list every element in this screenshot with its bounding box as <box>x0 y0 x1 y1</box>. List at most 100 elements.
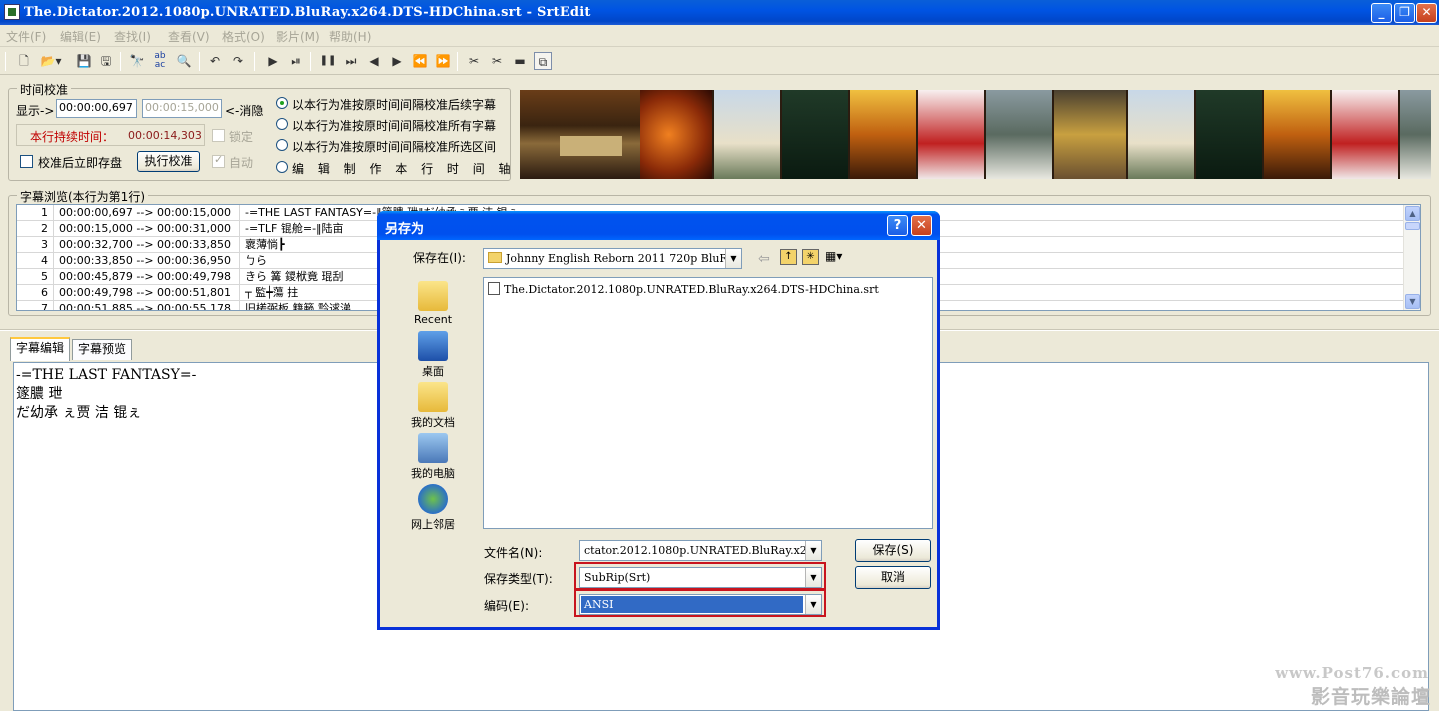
dialog-close-button[interactable]: ✕ <box>911 215 932 236</box>
filename-label: 文件名(N): <box>484 546 543 560</box>
file-icon <box>488 282 500 295</box>
dialog-title: 另存为 <box>385 222 425 237</box>
target-time-input[interactable]: 00:00:15,000 <box>142 99 222 118</box>
display-time-input[interactable]: 00:00:00,697 <box>56 99 137 118</box>
back-arrow-icon[interactable]: ⇦ <box>758 251 770 267</box>
execute-calibration-button[interactable]: 执行校准 <box>137 151 200 172</box>
save-all-icon[interactable]: 🖫 <box>97 52 115 70</box>
menu-format[interactable]: 格式(O) <box>222 28 265 45</box>
replace-icon[interactable]: ab ac <box>151 52 169 70</box>
list-scrollbar[interactable]: ▲ ▼ <box>1403 205 1420 310</box>
save-button[interactable]: 保存(S) <box>855 539 931 562</box>
new-folder-icon[interactable]: ✳ <box>802 249 819 265</box>
back-icon[interactable]: ◀ <box>365 52 383 70</box>
display-label: 显示-> <box>16 104 55 118</box>
title-bar: The.Dictator.2012.1080p.UNRATED.BluRay.x… <box>0 0 1439 25</box>
filename-input[interactable]: ctator.2012.1080p.UNRATED.BluRay.x264 ▼ <box>579 540 822 561</box>
list-item[interactable]: The.Dictator.2012.1080p.UNRATED.BluRay.x… <box>488 282 879 296</box>
option-radio-3[interactable] <box>276 139 288 151</box>
save-as-dialog: 另存为 ? ✕ 保存在(I): Johnny English Reborn 20… <box>377 211 940 630</box>
cancel-label: <-消隐 <box>225 104 264 118</box>
poster-private-ryan <box>986 90 1052 179</box>
place-desktop[interactable]: 桌面 <box>400 331 466 379</box>
menu-view[interactable]: 查看(V) <box>168 28 210 45</box>
option-label-1: 以本行为准按原时间间隔校准后续字幕 <box>292 98 497 112</box>
chevron-down-icon[interactable]: ▼ <box>805 541 821 560</box>
zoom-icon[interactable]: 🔍 <box>175 52 193 70</box>
app-icon[interactable] <box>4 4 20 20</box>
option-radio-2[interactable] <box>276 118 288 130</box>
find-icon[interactable]: 🔭 <box>128 52 146 70</box>
redo-icon[interactable]: ↷ <box>229 52 247 70</box>
save-in-combo[interactable]: Johnny English Reborn 2011 720p BluR ▼ <box>483 248 742 269</box>
menu-help[interactable]: 帮助(H) <box>329 28 371 45</box>
new-file-icon[interactable]: 🗋 <box>15 52 33 70</box>
poster-flower-2 <box>1332 90 1398 179</box>
lock-checkbox[interactable] <box>212 129 225 142</box>
watermark-text: 影音玩樂論壇 <box>1310 686 1431 708</box>
scroll-down-arrow[interactable]: ▼ <box>1405 294 1420 309</box>
file-list[interactable]: The.Dictator.2012.1080p.UNRATED.BluRay.x… <box>483 277 933 529</box>
save-icon[interactable]: 💾 <box>75 52 93 70</box>
place-my-computer[interactable]: 我的电脑 <box>400 433 466 481</box>
duration-value: 00:00:14,303 <box>128 129 202 142</box>
menu-find[interactable]: 查找(I) <box>114 28 151 45</box>
forward-icon[interactable]: ▶ <box>388 52 406 70</box>
place-network[interactable]: 网上邻居 <box>400 484 466 532</box>
menu-edit[interactable]: 编辑(E) <box>60 28 101 45</box>
recent-icon <box>418 281 448 311</box>
tab-subtitle-preview[interactable]: 字幕预览 <box>72 339 133 360</box>
dialog-title-bar: 另存为 ? ✕ <box>377 211 940 240</box>
my-computer-icon <box>418 433 448 463</box>
toolbar: 🗋 📂▾ 💾 🖫 🔭 ab ac 🔍 ↶ ↷ ▶ ⏯ ❚❚ ⏭ ◀ ▶ ⏪ ⏩ ✂… <box>0 48 1439 75</box>
network-icon <box>418 484 448 514</box>
view-menu-icon[interactable]: ▦▾ <box>825 249 849 265</box>
auto-label: 自动 <box>229 156 254 170</box>
pause-icon[interactable]: ❚❚ <box>319 52 337 70</box>
calibration-group-title: 时间校准 <box>17 81 72 98</box>
menu-bar: 文件(F) 编辑(E) 查找(I) 查看(V) 格式(O) 影片(M) 帮助(H… <box>0 25 1439 47</box>
up-folder-icon[interactable]: ↑ <box>780 249 797 265</box>
scroll-thumb[interactable] <box>1405 222 1420 230</box>
save-after-checkbox[interactable] <box>20 155 33 168</box>
scroll-up-arrow[interactable]: ▲ <box>1405 206 1420 221</box>
minimize-button[interactable]: _ <box>1371 3 1392 23</box>
menu-file[interactable]: 文件(F) <box>6 28 46 45</box>
next-frame-icon[interactable]: ⏭ <box>342 52 360 70</box>
copy-icon[interactable]: ⧉ <box>534 52 552 70</box>
close-button[interactable]: ✕ <box>1416 3 1437 23</box>
option-label-4: 编 辑 制 作 本 行 时 间 轴 <box>292 162 516 176</box>
auto-checkbox[interactable] <box>212 153 225 168</box>
undo-icon[interactable]: ↶ <box>206 52 224 70</box>
place-my-documents[interactable]: 我的文档 <box>400 382 466 430</box>
open-folder-icon[interactable]: 📂▾ <box>38 52 64 70</box>
poster-matrix-2 <box>1196 90 1262 179</box>
calibrate-icon[interactable]: ⏯ <box>287 52 305 70</box>
poster-forrest-gump-2 <box>1128 90 1194 179</box>
poster-mask <box>850 90 916 179</box>
fast-forward-icon[interactable]: ⏩ <box>434 52 452 70</box>
watermark-url: www.Post76.com <box>1275 664 1429 682</box>
poster-fire <box>640 90 712 179</box>
option-radio-4[interactable] <box>276 161 288 173</box>
place-recent[interactable]: Recent <box>400 281 466 326</box>
chevron-down-icon[interactable]: ▼ <box>725 249 741 268</box>
poster-golden <box>1054 90 1126 179</box>
poster-private-ryan-2 <box>1400 90 1431 179</box>
restore-button[interactable]: ❐ <box>1394 3 1415 23</box>
play-icon[interactable]: ▶ <box>264 52 282 70</box>
duration-label: 本行持续时间： <box>30 130 115 144</box>
set-end-icon[interactable]: ✂ <box>488 52 506 70</box>
highlight-box-type <box>574 562 826 590</box>
rewind-icon[interactable]: ⏪ <box>411 52 429 70</box>
set-start-icon[interactable]: ✂ <box>465 52 483 70</box>
cancel-button[interactable]: 取消 <box>855 566 931 589</box>
option-radio-1[interactable] <box>276 97 288 109</box>
menu-movie[interactable]: 影片(M) <box>276 28 320 45</box>
save-in-value: Johnny English Reborn 2011 720p BluR <box>506 252 728 265</box>
dialog-help-button[interactable]: ? <box>887 215 908 236</box>
tab-subtitle-edit[interactable]: 字幕编辑 <box>10 337 71 361</box>
desktop-icon <box>418 331 448 361</box>
option-label-2: 以本行为准按原时间间隔校准所有字幕 <box>292 119 497 133</box>
screen-icon[interactable]: ▬ <box>511 52 529 70</box>
